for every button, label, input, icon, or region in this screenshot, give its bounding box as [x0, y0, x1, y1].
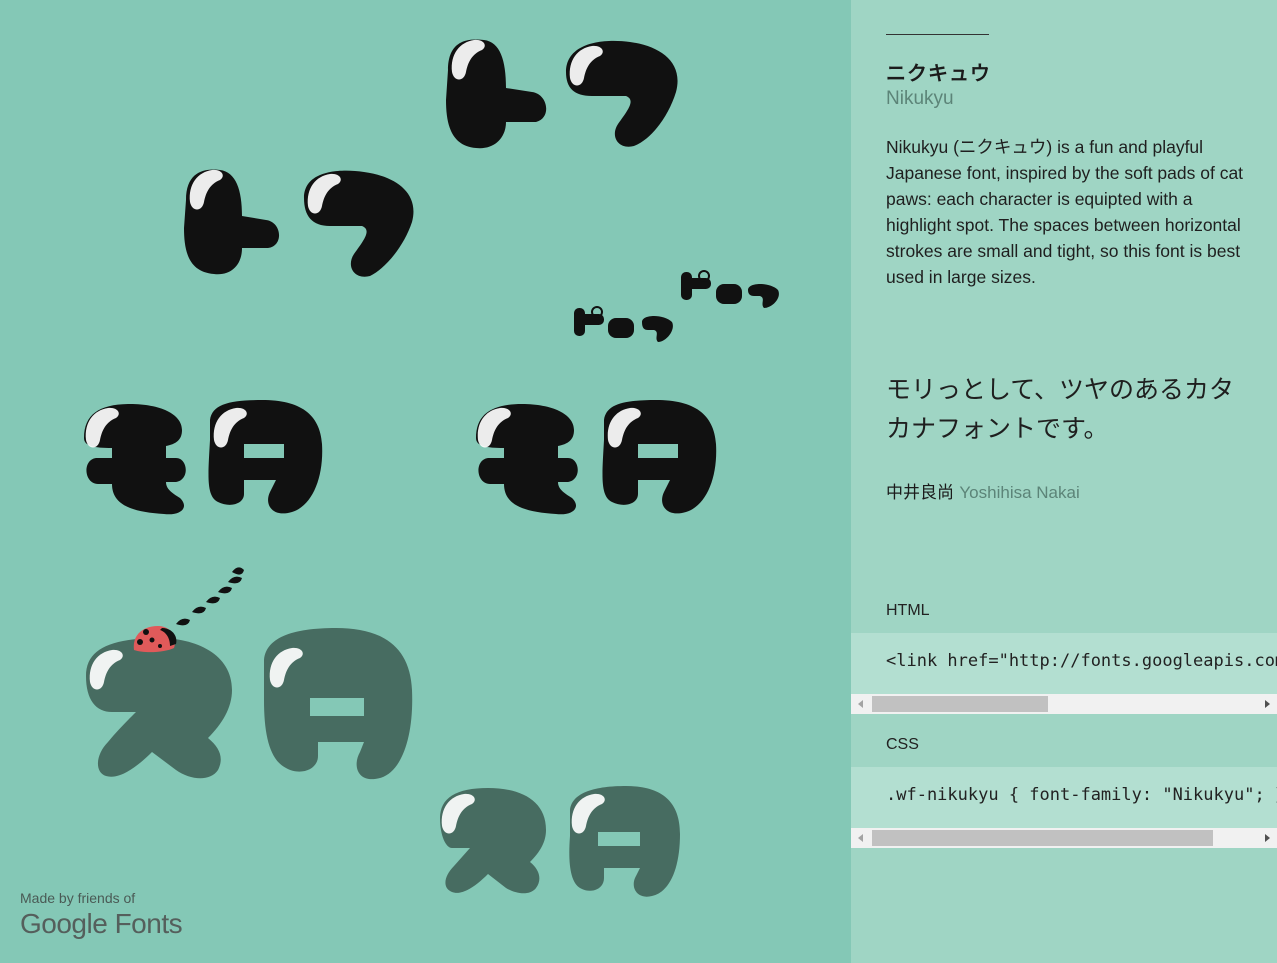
title-rule	[886, 34, 989, 35]
font-name-jp: ニクキュウ	[886, 61, 991, 85]
css-code-snippet[interactable]: .wf-nikukyu { font-family: "Nikukyu"; }	[886, 785, 1277, 805]
info-panel: ニクキュウ Nikukyu Nikukyu (ニクキュウ) is a fun a…	[851, 0, 1277, 963]
google-fonts-branding[interactable]: Made by friends of Google Fonts	[20, 890, 183, 940]
artwork-panel: Made by friends of Google Fonts	[0, 0, 851, 963]
scroll-left-icon[interactable]	[851, 694, 871, 714]
html-code-box[interactable]: <link href="http://fonts.googleapis.com/…	[851, 633, 1277, 694]
google-fonts-logo: Google Fonts	[20, 908, 183, 939]
glyph-tou-medium	[184, 169, 414, 277]
css-code-label: CSS	[886, 736, 919, 753]
css-code-box[interactable]: .wf-nikukyu { font-family: "Nikukyu"; }	[851, 767, 1277, 828]
designer-name-en: Yoshihisa Nakai	[959, 483, 1080, 502]
glyph-mou-right	[476, 400, 717, 515]
scroll-right-icon[interactable]	[1257, 694, 1277, 714]
font-sample-text: モリっとして、ツヤのあるカタカナフォントです。	[886, 375, 1235, 443]
glyph-nuu-large	[86, 628, 413, 780]
designer-credit: 中井良尚 Yoshihisa Nakai	[886, 478, 1080, 503]
glyph-nuu-small	[440, 786, 680, 897]
css-code-scrollbar[interactable]	[851, 828, 1277, 848]
artwork-canvas	[84, 39, 779, 897]
html-code-scrollbar[interactable]	[851, 694, 1277, 714]
glyph-mou-left	[84, 400, 323, 515]
glyph-tou-large	[446, 39, 678, 149]
ladybug-icon	[133, 626, 177, 653]
scroll-left-icon[interactable]	[851, 828, 871, 848]
made-by-label: Made by friends of	[20, 890, 136, 906]
glyph-pyon-lower	[574, 306, 673, 342]
html-scroll-thumb[interactable]	[872, 696, 1048, 712]
scroll-right-icon[interactable]	[1257, 828, 1277, 848]
css-scroll-thumb[interactable]	[872, 830, 1213, 846]
font-name-en: Nikukyu	[886, 88, 954, 109]
html-code-label: HTML	[886, 602, 930, 619]
designer-name-jp: 中井良尚	[886, 483, 954, 503]
html-code-snippet[interactable]: <link href="http://fonts.googleapis.com/…	[886, 651, 1277, 671]
glyph-tiny-trail	[176, 567, 244, 626]
glyph-pyon-upper	[681, 270, 779, 308]
font-description: Nikukyu (ニクキュウ) is a fun and playful Jap…	[886, 137, 1244, 287]
